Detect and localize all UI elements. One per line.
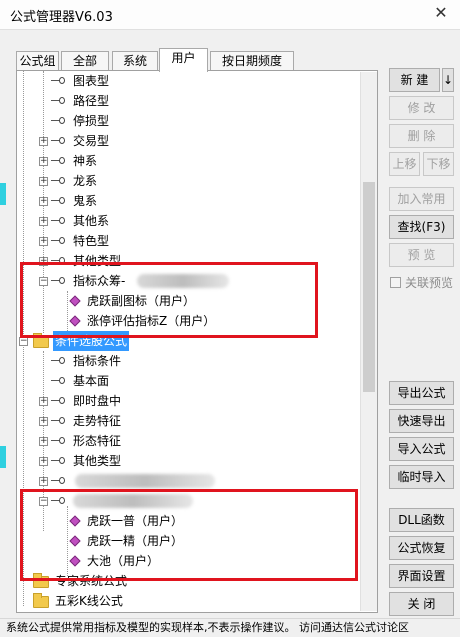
formula-key-icon bbox=[51, 216, 65, 226]
tree-item-label: 神系 bbox=[73, 154, 98, 168]
tree-item-label: 鬼系 bbox=[73, 194, 98, 208]
tree-item-label: 停损型 bbox=[73, 114, 110, 128]
tree-item-label: 其他类型 bbox=[73, 454, 122, 468]
tree-item-label: 交易型 bbox=[73, 134, 110, 148]
new-button[interactable]: 新 建 bbox=[389, 68, 440, 92]
link-preview-label: 关联预览 bbox=[405, 276, 454, 290]
tree-item-label: 图表型 bbox=[73, 74, 110, 88]
tree-item[interactable]: + 鬼系 bbox=[17, 191, 347, 211]
formula-key-icon bbox=[51, 476, 65, 486]
expand-icon[interactable]: + bbox=[39, 437, 48, 446]
ui-settings-button[interactable]: 界面设置 bbox=[389, 564, 454, 588]
expand-icon[interactable]: + bbox=[39, 417, 48, 426]
formula-key-icon bbox=[51, 156, 65, 166]
expand-icon[interactable]: + bbox=[39, 197, 48, 206]
formula-key-icon bbox=[51, 416, 65, 426]
restore-formula-button[interactable]: 公式恢复 bbox=[389, 536, 454, 560]
expand-icon[interactable]: + bbox=[39, 397, 48, 406]
new-dropdown-arrow[interactable]: ↓ bbox=[442, 68, 454, 92]
tree-item[interactable]: + bbox=[17, 471, 347, 491]
tab-all[interactable]: 全部 bbox=[61, 51, 109, 71]
formula-key-icon bbox=[51, 396, 65, 406]
formula-key-icon bbox=[51, 236, 65, 246]
dll-function-button[interactable]: DLL函数 bbox=[389, 508, 454, 532]
import-formula-button[interactable]: 导入公式 bbox=[389, 437, 454, 461]
tree-item[interactable]: + 神系 bbox=[17, 151, 347, 171]
title-bar: 公式管理器V6.03 ✕ bbox=[0, 0, 460, 30]
export-formula-button[interactable]: 导出公式 bbox=[389, 381, 454, 405]
expand-icon[interactable]: + bbox=[39, 457, 48, 466]
preview-button[interactable]: 预 览 bbox=[389, 243, 454, 267]
formula-key-icon bbox=[51, 436, 65, 446]
tree-item-label: 其他系 bbox=[73, 214, 110, 228]
tree-item-label: 形态特征 bbox=[73, 434, 122, 448]
folder-icon bbox=[33, 593, 49, 608]
tree-item-label: 路径型 bbox=[73, 94, 110, 108]
formula-key-icon bbox=[51, 136, 65, 146]
tree-item-label: 龙系 bbox=[73, 174, 98, 188]
expand-icon[interactable]: + bbox=[39, 477, 48, 486]
background-window-edge bbox=[0, 446, 6, 468]
tree-item[interactable]: + 龙系 bbox=[17, 171, 347, 191]
formula-key-icon bbox=[51, 176, 65, 186]
tab-by-date-frequency[interactable]: 按日期频度 bbox=[210, 51, 294, 71]
tree-item[interactable]: 路径型 bbox=[17, 91, 347, 111]
move-down-button[interactable]: 下移 bbox=[423, 152, 454, 176]
highlight-box bbox=[20, 262, 318, 338]
delete-button[interactable]: 删 除 bbox=[389, 124, 454, 148]
status-bar: 系统公式提供常用指标及模型的实现样本,不表示操作建议。 访问通达信公式讨论区 bbox=[0, 618, 460, 637]
highlight-box bbox=[20, 489, 358, 581]
formula-key-icon bbox=[51, 356, 65, 366]
tree-item[interactable]: 指标条件 bbox=[17, 351, 347, 371]
tree-item-label: 指标条件 bbox=[73, 354, 122, 368]
expand-icon[interactable]: + bbox=[39, 177, 48, 186]
tab-user[interactable]: 用户 bbox=[159, 48, 208, 72]
tree-item[interactable]: 停损型 bbox=[17, 111, 347, 131]
tree-item[interactable]: + 特色型 bbox=[17, 231, 347, 251]
expand-icon[interactable]: + bbox=[39, 157, 48, 166]
formula-key-icon bbox=[51, 96, 65, 106]
tree-item[interactable]: + 交易型 bbox=[17, 131, 347, 151]
formula-key-icon bbox=[51, 376, 65, 386]
tree-item-label: 走势特征 bbox=[73, 414, 122, 428]
scrollbar-thumb[interactable] bbox=[363, 182, 375, 392]
tree-item[interactable]: + 其他类型 bbox=[17, 451, 347, 471]
link-preview-checkbox[interactable] bbox=[390, 277, 401, 288]
close-icon[interactable]: ✕ bbox=[430, 3, 452, 23]
tree-item[interactable]: 图表型 bbox=[17, 71, 347, 91]
tree-item-label: 五彩K线公式 bbox=[55, 594, 123, 608]
background-window-edge bbox=[0, 183, 6, 205]
formula-key-icon bbox=[51, 196, 65, 206]
expand-icon[interactable]: + bbox=[39, 237, 48, 246]
tree-scrollbar[interactable] bbox=[360, 72, 377, 611]
collapse-icon[interactable]: − bbox=[19, 337, 28, 346]
redacted-text bbox=[75, 474, 215, 488]
tree-item[interactable]: + 其他系 bbox=[17, 211, 347, 231]
quick-export-button[interactable]: 快速导出 bbox=[389, 409, 454, 433]
tree-item[interactable]: + 走势特征 bbox=[17, 411, 347, 431]
formula-key-icon bbox=[51, 456, 65, 466]
expand-icon[interactable]: + bbox=[39, 137, 48, 146]
tree-item-label: 特色型 bbox=[73, 234, 110, 248]
formula-key-icon bbox=[51, 116, 65, 126]
close-button[interactable]: 关 闭 bbox=[389, 592, 454, 616]
formula-key-icon bbox=[51, 76, 65, 86]
expand-icon[interactable]: + bbox=[39, 217, 48, 226]
tree-item[interactable]: 基本面 bbox=[17, 371, 347, 391]
temp-import-button[interactable]: 临时导入 bbox=[389, 465, 454, 489]
tab-system[interactable]: 系统 bbox=[112, 51, 158, 71]
modify-button[interactable]: 修 改 bbox=[389, 96, 454, 120]
tree-item-label: 基本面 bbox=[73, 374, 110, 388]
tree-item[interactable]: + 形态特征 bbox=[17, 431, 347, 451]
tab-formula-group[interactable]: 公式组 bbox=[16, 51, 59, 71]
add-common-button[interactable]: 加入常用 bbox=[389, 187, 454, 211]
tree-item[interactable]: 五彩K线公式 bbox=[17, 591, 347, 611]
tree-item[interactable]: + 即时盘中 bbox=[17, 391, 347, 411]
move-up-button[interactable]: 上移 bbox=[389, 152, 420, 176]
find-button[interactable]: 查找(F3) bbox=[389, 215, 454, 239]
window-title: 公式管理器V6.03 bbox=[10, 10, 113, 25]
tree-item-label: 即时盘中 bbox=[73, 394, 122, 408]
